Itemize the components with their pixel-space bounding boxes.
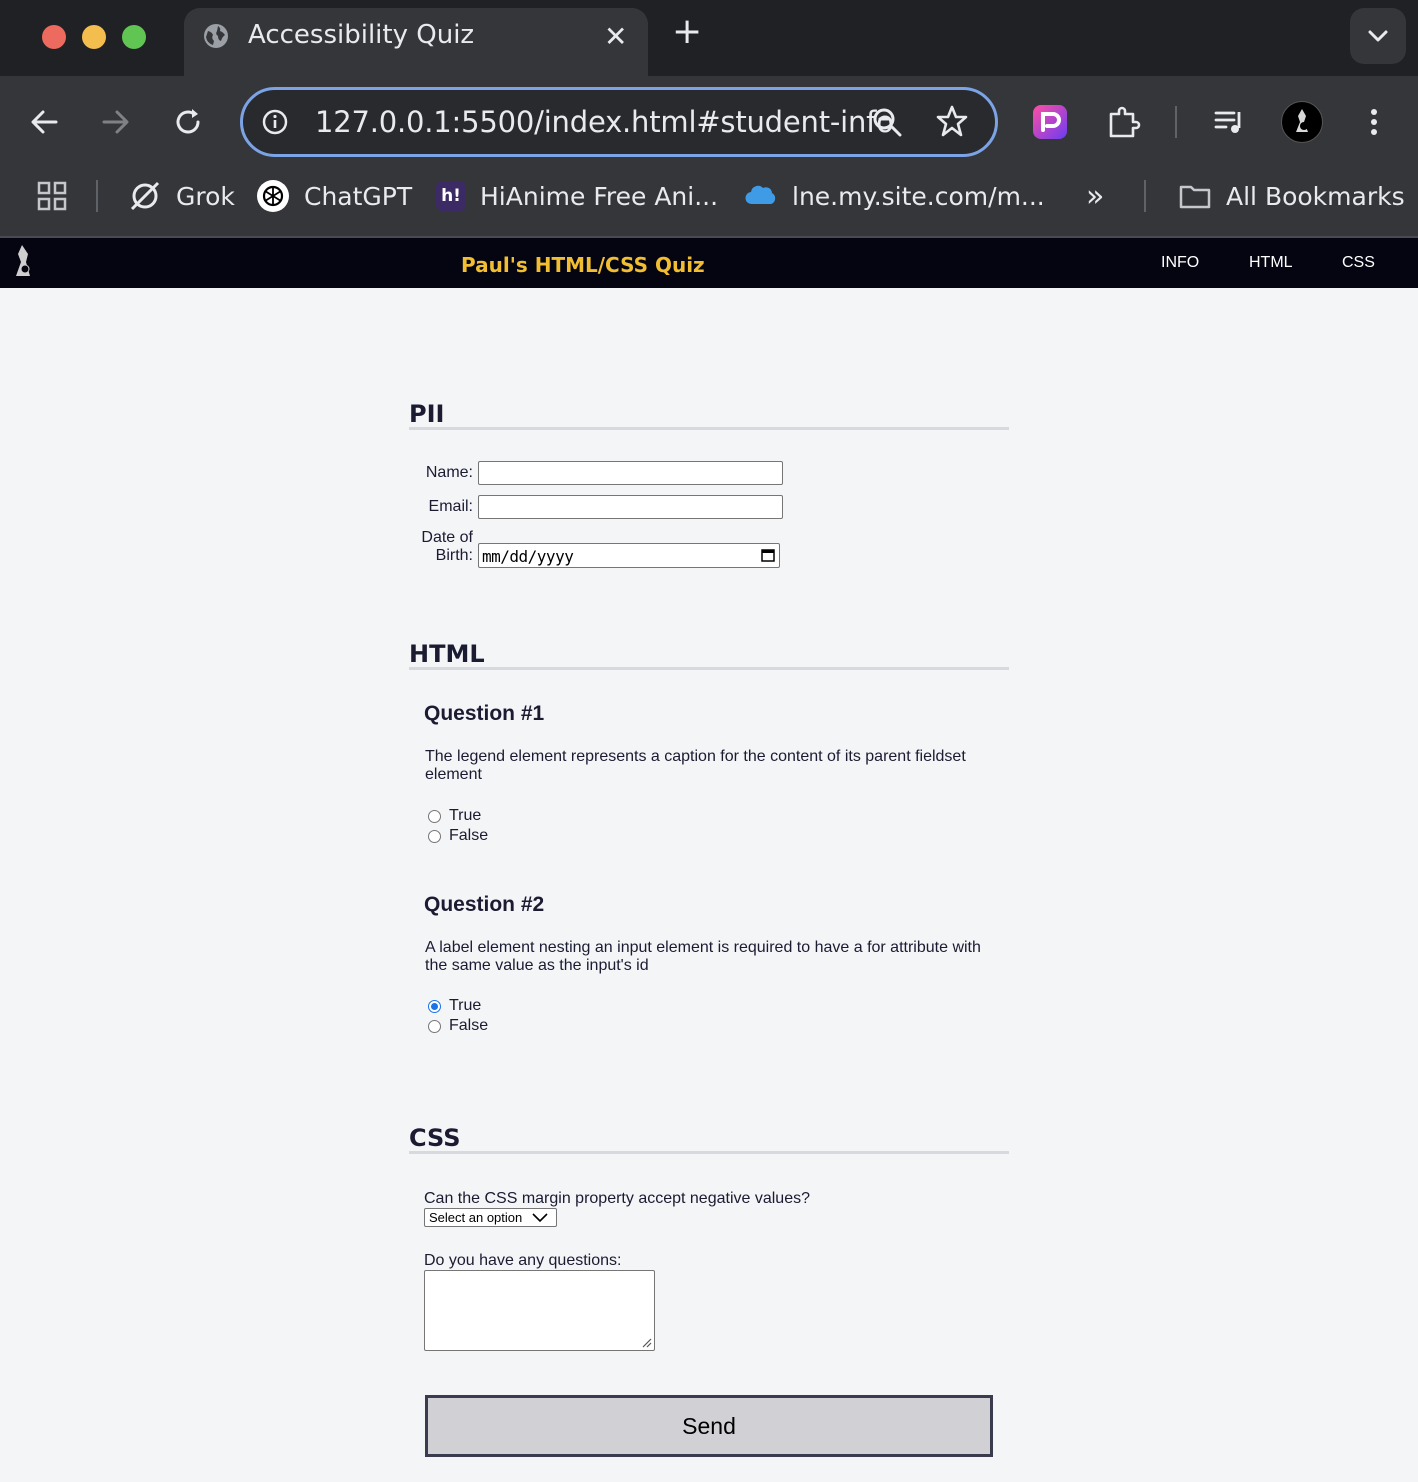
section-rule xyxy=(409,1151,1009,1154)
back-icon[interactable] xyxy=(26,104,62,140)
site-logo-icon xyxy=(16,245,30,276)
tab-accessibility-quiz[interactable]: Accessibility Quiz ✕ xyxy=(184,8,648,76)
bookmark-label: lne.my.site.com/m... xyxy=(792,181,1045,211)
chatgpt-icon xyxy=(257,180,289,212)
bookmarks-bar: Grok ChatGPT h! HiAnime Free Ani... lne.… xyxy=(0,168,1418,224)
radio-label: True xyxy=(449,807,482,824)
hianime-badge: h! xyxy=(441,186,461,206)
nav-link-html[interactable]: HTML xyxy=(1249,254,1293,272)
forward-icon[interactable] xyxy=(98,104,134,140)
question-2-title: Question #2 xyxy=(424,893,545,916)
nav-link-css[interactable]: CSS xyxy=(1342,254,1375,272)
margin-question-label: Can the CSS margin property accept negat… xyxy=(424,1190,810,1207)
bookmark-grok[interactable]: Grok xyxy=(128,176,235,216)
media-controls-icon[interactable] xyxy=(1212,104,1248,140)
send-button[interactable]: Send xyxy=(425,1395,993,1457)
email-label: Email: xyxy=(428,498,473,515)
q1-option-false[interactable]: False xyxy=(428,826,488,846)
profile-logo-icon xyxy=(1296,109,1308,132)
email-input[interactable] xyxy=(478,495,783,519)
minimize-window-button[interactable] xyxy=(82,25,106,49)
bookmark-chatgpt[interactable]: ChatGPT xyxy=(256,176,412,216)
tab-search-button[interactable] xyxy=(1350,8,1406,64)
radio-label: False xyxy=(449,1017,489,1034)
globe-icon xyxy=(204,24,228,48)
double-chevron-icon: » xyxy=(1086,178,1105,214)
maximize-window-button[interactable] xyxy=(122,25,146,49)
radio-label: False xyxy=(449,827,489,844)
question-1-title: Question #1 xyxy=(424,702,545,725)
section-title-css: CSS xyxy=(409,1124,461,1152)
apps-grid-icon xyxy=(37,181,67,211)
bookmark-label: ChatGPT xyxy=(304,181,413,211)
dob-input[interactable]: mm/dd/yyyy xyxy=(478,543,780,568)
browser-toolbar: 127.0.0.1:5500/index.html#student-info xyxy=(0,76,1418,168)
grok-icon xyxy=(130,181,160,211)
q1-option-true[interactable]: True xyxy=(428,806,481,826)
new-tab-button[interactable]: + xyxy=(672,14,702,50)
q1-true-radio[interactable] xyxy=(428,809,441,823)
section-rule xyxy=(409,667,1009,670)
bookmark-star-icon[interactable] xyxy=(935,104,969,138)
bookmark-label: Grok xyxy=(176,181,235,211)
name-label: Name: xyxy=(425,464,473,481)
questions-label: Do you have any questions: xyxy=(424,1252,622,1269)
toolbar-divider xyxy=(1175,106,1177,138)
profile-avatar[interactable] xyxy=(1281,101,1323,143)
hianime-icon: h! xyxy=(436,181,466,211)
tab-title: Accessibility Quiz xyxy=(248,20,475,50)
site-title: Paul's HTML/CSS Quiz xyxy=(461,253,705,277)
section-rule xyxy=(409,427,1009,430)
folder-icon xyxy=(1179,185,1211,209)
dob-label: Birth: xyxy=(435,547,473,564)
extension-app-icon[interactable] xyxy=(1032,104,1068,140)
all-bookmarks-label: All Bookmarks xyxy=(1226,181,1405,211)
radio-label: True xyxy=(449,997,482,1014)
site-navbar: Paul's HTML/CSS Quiz INFO HTML CSS xyxy=(0,238,1418,288)
chevron-down-icon xyxy=(532,1213,548,1223)
bookmarks-divider xyxy=(96,180,98,212)
close-tab-icon[interactable]: ✕ xyxy=(604,20,627,53)
q2-option-true[interactable]: True xyxy=(428,996,481,1016)
close-window-button[interactable] xyxy=(42,25,66,49)
url-text: 127.0.0.1:5500/index.html#student-info xyxy=(315,105,894,139)
nav-link-info[interactable]: INFO xyxy=(1161,254,1199,272)
question-1-text: The legend element represents a caption … xyxy=(425,748,966,783)
questions-textarea[interactable] xyxy=(424,1270,655,1351)
select-value: Select an option xyxy=(429,1210,523,1225)
dob-placeholder: mm/dd/yyyy xyxy=(482,547,574,566)
question-2-text: A label element nesting an input element… xyxy=(425,939,981,974)
resize-handle-icon[interactable] xyxy=(640,1336,652,1348)
browser-chrome: Accessibility Quiz ✕ + 127.0.0.1:5500/in… xyxy=(0,0,1418,238)
bookmark-salesforce[interactable]: lne.my.site.com/m... xyxy=(744,176,1045,216)
q2-option-false[interactable]: False xyxy=(428,1016,488,1036)
calendar-icon[interactable] xyxy=(761,548,775,562)
name-input[interactable] xyxy=(478,461,783,485)
zoom-icon[interactable] xyxy=(871,106,903,138)
section-title-html: HTML xyxy=(409,640,485,668)
bookmarks-divider xyxy=(1144,180,1146,212)
chevron-down-icon xyxy=(1368,30,1388,42)
q2-false-radio[interactable] xyxy=(428,1019,441,1033)
q2-true-radio[interactable] xyxy=(428,999,441,1013)
bookmark-label: HiAnime Free Ani... xyxy=(480,181,719,211)
address-bar[interactable]: 127.0.0.1:5500/index.html#student-info xyxy=(240,87,998,157)
more-menu-icon[interactable] xyxy=(1356,104,1392,140)
section-title-pii: PII xyxy=(409,400,445,428)
extensions-puzzle-icon[interactable] xyxy=(1106,104,1142,140)
salesforce-cloud-icon xyxy=(745,185,776,205)
bookmarks-overflow-button[interactable]: » xyxy=(1086,176,1104,216)
tab-strip: Accessibility Quiz ✕ + xyxy=(0,0,1418,76)
bookmark-hianime[interactable]: h! HiAnime Free Ani... xyxy=(436,176,718,216)
apps-button[interactable] xyxy=(36,176,68,216)
margin-select[interactable]: Select an option xyxy=(424,1208,557,1227)
q1-false-radio[interactable] xyxy=(428,829,441,843)
all-bookmarks-button[interactable]: All Bookmarks xyxy=(1178,176,1405,216)
dob-label: Date of xyxy=(421,529,473,546)
reload-icon[interactable] xyxy=(170,104,206,140)
site-info-icon[interactable] xyxy=(261,108,289,136)
